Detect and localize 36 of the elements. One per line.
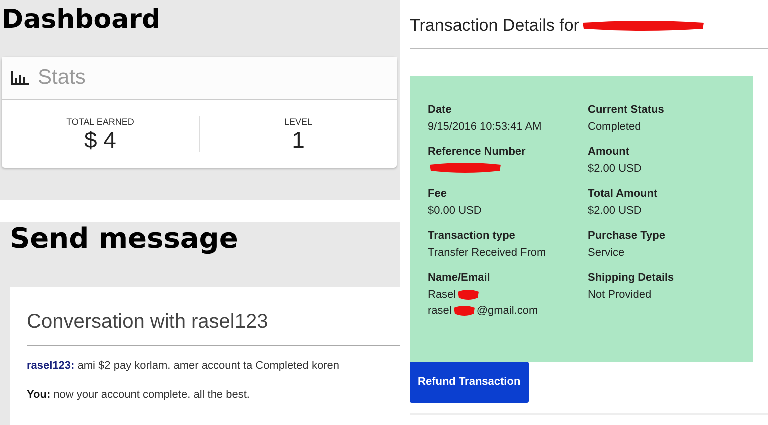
field-value: $2.00 USD (588, 162, 642, 176)
field-label: Date (428, 103, 453, 118)
field-value: 9/15/2016 10:53:41 AM (428, 120, 542, 134)
page-heading: Dashboard (2, 6, 162, 35)
field-label: Current Status (588, 103, 666, 118)
card-title: Stats (38, 64, 86, 91)
field-label: Transaction type (428, 229, 516, 244)
stat-value: $ 4 (84, 129, 116, 152)
stat-label: TOTAL EARNED (66, 116, 134, 129)
chat-message: You: now your account complete. all the best. (27, 388, 251, 402)
field-value: Transfer Received From (428, 246, 546, 260)
transaction-title: Transaction Details for (410, 15, 580, 38)
field-label: Shipping Details (588, 271, 676, 286)
field-label: Fee (428, 187, 448, 202)
field-label: Amount (588, 145, 631, 160)
bar-chart-icon (10, 70, 30, 86)
field-label: Purchase Type (588, 229, 666, 244)
field-value: Service (588, 246, 625, 260)
refund-button[interactable]: Refund Transaction (410, 362, 529, 402)
field-value: $0.00 USD (428, 204, 482, 218)
field-value: $2.00 USD (588, 204, 642, 218)
redaction-scribble (456, 288, 482, 302)
stat-value: 1 (292, 129, 305, 152)
field-value: rasel (428, 304, 452, 319)
field-value: Completed (588, 120, 642, 134)
field-value: Not Provided (588, 288, 652, 302)
conversation-title: Conversation with rasel123 (27, 307, 400, 346)
field-label: Reference Number (428, 145, 527, 160)
field-label: Total Amount (588, 187, 659, 202)
field-label: Name/Email (428, 271, 492, 286)
field-value: @gmail.com (476, 304, 538, 319)
field-value: Rasel (428, 288, 456, 302)
chat-message: rasel123: ami $2 pay korlam. amer account ta Completed koren (27, 359, 340, 374)
redaction-scribble (452, 304, 477, 318)
stat-label: LEVEL (284, 116, 313, 129)
page-heading: Send message (10, 222, 240, 257)
